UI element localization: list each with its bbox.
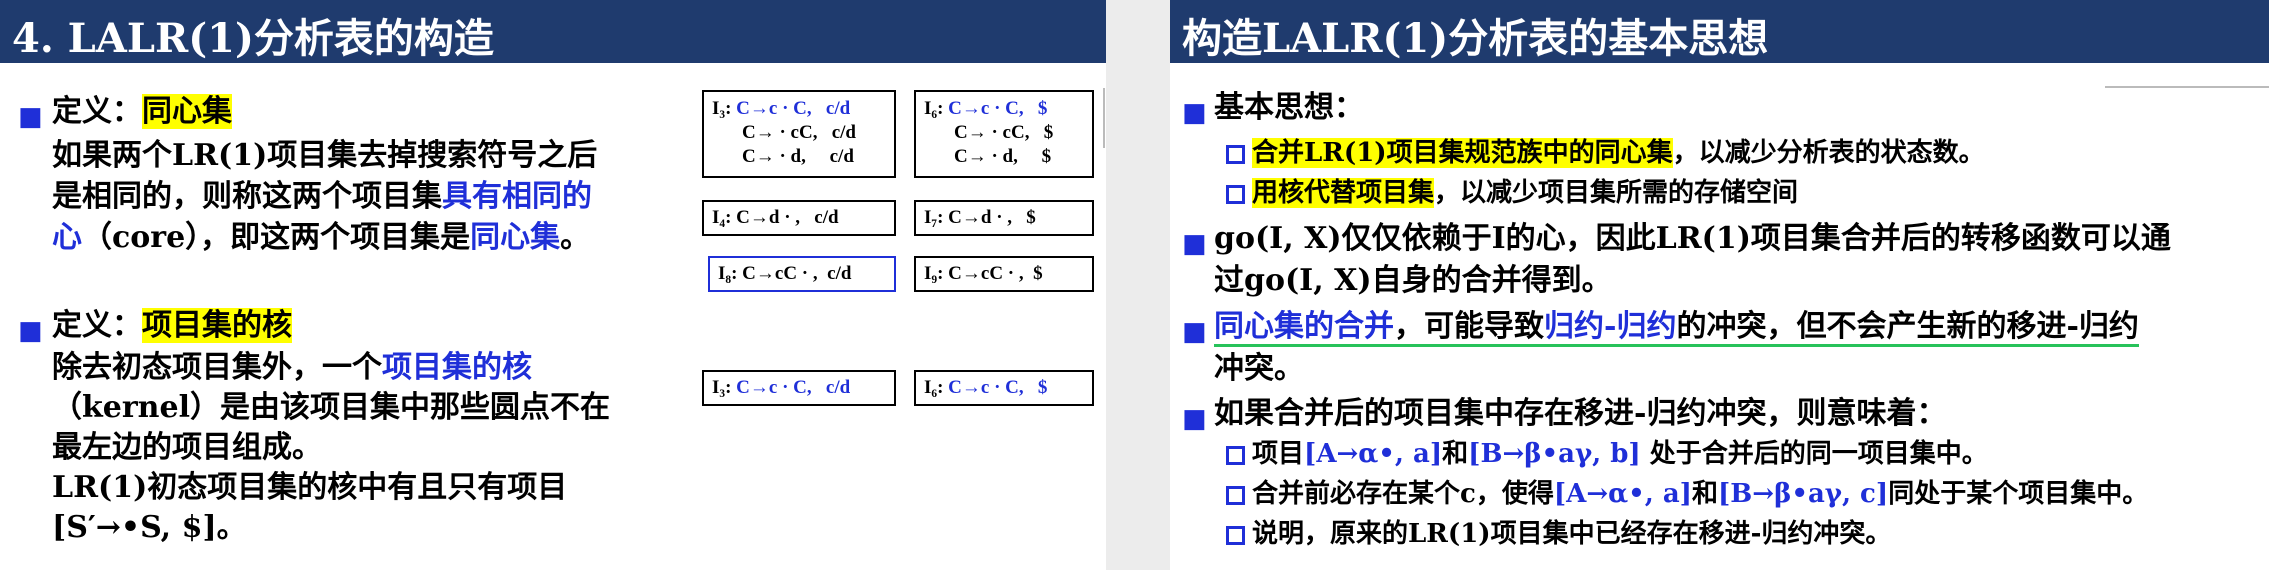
- text-run: 除去初态项目集外，一个: [52, 350, 382, 385]
- text-run-blue: [A→α•, a]: [1304, 439, 1443, 469]
- item-line: C→ · d, $: [954, 146, 1052, 167]
- item-set-box-i3-kernel: I₃: C→c · C, c/d: [702, 370, 896, 406]
- sub-bullet-hollow-square-icon: [1226, 145, 1245, 164]
- text-run-blue: 同心集的合并: [1214, 309, 1394, 344]
- item-line: C→cC · , $: [948, 263, 1043, 284]
- bullet-square-icon: ■: [1182, 229, 1207, 259]
- definition-term: 同心集: [142, 94, 232, 129]
- definition-line: [S′→•S, $]。: [52, 510, 247, 545]
- definition-heading: 定义：项目集的核: [52, 306, 292, 346]
- sub-bullet-text: 用核代替项目集，以减少项目集所需的存储空间: [1252, 176, 1798, 210]
- text-run: ，可能导致: [1394, 309, 1544, 344]
- bullet-text: 基本思想：: [1214, 90, 1364, 125]
- bullet-text: 如果合并后的项目集中存在移进-归约冲突，则意味着：: [1214, 396, 1947, 431]
- sub-bullet-hollow-square-icon: [1226, 486, 1245, 505]
- text-run-blue: [A→α•, a]: [1553, 479, 1692, 509]
- text-run: 是相同的，则称这两个项目集: [52, 179, 442, 214]
- text-run: 处于合并后的同一项目集中。: [1640, 439, 1988, 469]
- text-run-blue: [B→β•aγ, b]: [1468, 439, 1641, 469]
- item-set-box-i6: I₆: C→c · C, $ C→ · cC, $ C→ · d, $: [914, 90, 1094, 178]
- definition-line: 如果两个LR(1)项目集去掉搜索符号之后: [52, 138, 598, 173]
- bullet-text: 同心集的合并，可能导致归约-归约的冲突，但不会产生新的移进-归约: [1214, 307, 2139, 347]
- sub-bullet-text: 合并前必存在某个c，使得[A→α•, a]和[B→β•aγ, c]同处于某个项目…: [1252, 477, 2148, 511]
- item-set-box-i3: I₃: C→c · C, c/d C→ · cC, c/d C→ · d, c/…: [702, 90, 896, 178]
- slide-right: 构造LALR(1)分析表的基本思想 ■ 基本思想： 合并LR(1)项目集规范族中…: [1170, 0, 2269, 570]
- bullet-square-icon: ■: [1182, 98, 1207, 128]
- item-set-box-i8: I₈: C→cC · , c/d: [708, 256, 896, 292]
- bullet-text: go(I, X)仅仅依赖于I的心，因此LR(1)项目集合并后的转移函数可以通: [1214, 221, 2171, 256]
- item-set-name: I₃:: [712, 377, 732, 398]
- item-set-name: I₄:: [712, 207, 732, 228]
- highlighted-text: 用核代替项目集: [1252, 178, 1435, 208]
- definition-line: 除去初态项目集外，一个项目集的核: [52, 348, 532, 388]
- item-set-box-i7: I₇: C→d · , $: [914, 200, 1094, 236]
- text-run-blue: 心: [52, 220, 82, 255]
- sub-bullet-hollow-square-icon: [1226, 185, 1245, 204]
- text-run: （core），即这两个项目集是: [82, 220, 471, 255]
- definition-heading: 定义：同心集: [52, 92, 232, 132]
- bullet-square-icon: ■: [1182, 404, 1207, 434]
- text-run: 的冲突，但不会产生新的移进-归约: [1676, 309, 2139, 344]
- item-set-name: I₆:: [924, 377, 944, 398]
- item-line: C→ · cC, c/d: [742, 122, 856, 143]
- slide-title: 构造LALR(1)分析表的基本思想: [1182, 15, 1769, 62]
- text-run: 项目: [1252, 439, 1305, 469]
- bullet-text: 过go(I, X)自身的合并得到。: [1214, 263, 1612, 298]
- sub-bullet-text: 合并LR(1)项目集规范族中的同心集，以减少分析表的状态数。: [1252, 136, 1985, 170]
- text-run: 和: [1442, 439, 1469, 469]
- text-run-blue: [B→β•aγ, c]: [1718, 479, 1889, 509]
- definition-label: 定义：: [52, 94, 142, 129]
- bullet-square-icon: ■: [18, 102, 43, 132]
- item-line: C→ · cC, $: [954, 122, 1054, 143]
- text-run-blue: 项目集的核: [382, 350, 532, 385]
- item-line: C→cC · , c/d: [742, 263, 852, 284]
- definition-label: 定义：: [52, 308, 142, 343]
- slide-gap: [1106, 0, 1170, 570]
- item-set-name: I₉:: [924, 263, 944, 284]
- sub-bullet-hollow-square-icon: [1226, 526, 1245, 545]
- divider: [2105, 86, 2269, 88]
- text-run: 和: [1691, 479, 1718, 509]
- title-bar: 构造LALR(1)分析表的基本思想: [1170, 0, 2269, 63]
- text-run: 合并前必存在某个c，使得: [1252, 479, 1554, 509]
- text-run: 同处于某个项目集中。: [1888, 479, 2149, 509]
- highlighted-text: 合并LR(1)项目集规范族中的同心集: [1252, 138, 1673, 168]
- bullet-text: 冲突。: [1214, 351, 1304, 386]
- item-set-name: I₃:: [712, 98, 732, 119]
- definition-line: LR(1)初态项目集的核中有且只有项目: [52, 470, 568, 505]
- divider: [1103, 88, 1105, 148]
- definition-line: 是相同的，则称这两个项目集具有相同的: [52, 177, 592, 217]
- definition-term: 项目集的核: [142, 308, 292, 343]
- bullet-square-icon: ■: [1182, 317, 1207, 347]
- item-line: C→d · , c/d: [736, 207, 839, 228]
- text-run-blue: 具有相同的: [442, 179, 592, 214]
- text-run: 。: [560, 220, 591, 255]
- item-line: C→c · C, $: [948, 377, 1048, 398]
- item-line: C→c · C, $: [948, 98, 1048, 119]
- item-line: C→d · , $: [948, 207, 1036, 228]
- definition-line: （kernel）是由该项目集中那些圆点不在: [52, 390, 610, 425]
- item-set-box-i4: I₄: C→d · , c/d: [702, 200, 896, 236]
- bullet-square-icon: ■: [18, 316, 43, 346]
- text-run: ，以减少项目集所需的存储空间: [1434, 178, 1799, 208]
- sub-bullet-text: 项目[A→α•, a]和[B→β•aγ, b] 处于合并后的同一项目集中。: [1252, 437, 1988, 471]
- item-line: C→c · C, c/d: [736, 377, 851, 398]
- item-line: C→ · d, c/d: [742, 146, 854, 167]
- text-run: ，以减少分析表的状态数。: [1672, 138, 1985, 168]
- definition-line: 心（core），即这两个项目集是同心集。: [52, 218, 590, 258]
- slide-left: 4. LALR(1)分析表的构造 ■ 定义：同心集 如果两个LR(1)项目集去掉…: [0, 0, 1106, 570]
- item-set-box-i6-kernel: I₆: C→c · C, $: [914, 370, 1094, 406]
- title-bar: 4. LALR(1)分析表的构造: [0, 0, 1106, 63]
- item-set-name: I₇:: [924, 207, 944, 228]
- item-set-name: I₈:: [718, 263, 738, 284]
- text-run-blue: 同心集: [470, 220, 561, 255]
- text-run-blue: 归约-归约: [1544, 309, 1677, 344]
- item-set-name: I₆:: [924, 98, 944, 119]
- slide-title: 4. LALR(1)分析表的构造: [12, 15, 494, 62]
- item-set-box-i9: I₉: C→cC · , $: [914, 256, 1094, 292]
- definition-line: 最左边的项目组成。: [52, 430, 322, 465]
- sub-bullet-text: 说明，原来的LR(1)项目集中已经存在移进-归约冲突。: [1252, 519, 1892, 549]
- item-line: C→c · C, c/d: [736, 98, 851, 119]
- sub-bullet-hollow-square-icon: [1226, 446, 1245, 465]
